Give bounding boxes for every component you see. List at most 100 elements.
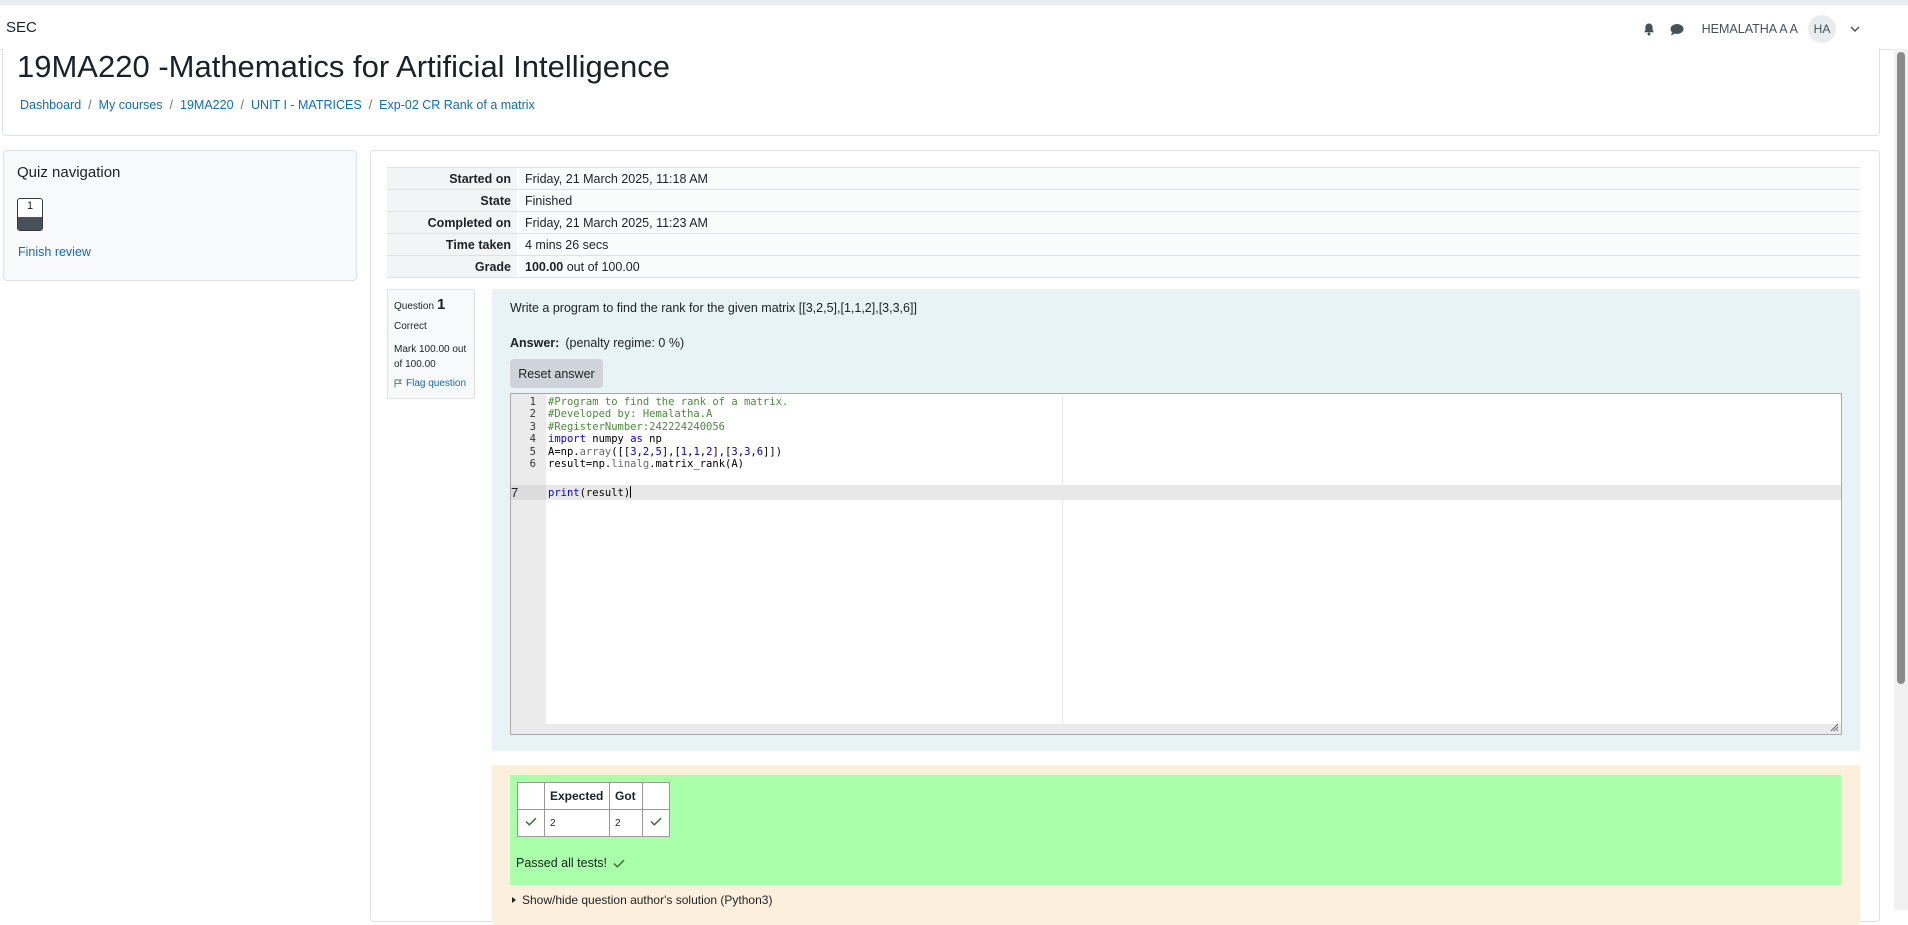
code-text: np bbox=[642, 433, 662, 445]
breadcrumb: Dashboard / My courses / 19MA220 / UNIT … bbox=[20, 98, 535, 112]
question-answered-indicator bbox=[18, 217, 42, 230]
check-icon bbox=[650, 817, 662, 826]
line-number-gutter: 1 2 3 4 5 6 bbox=[511, 394, 546, 734]
flag-question-label: Flag question bbox=[406, 378, 467, 389]
show-hide-solution-label: Show/hide question author's solution (Py… bbox=[522, 893, 773, 907]
grade-value: 100.00 bbox=[525, 259, 564, 274]
code-text: A=np. bbox=[548, 446, 580, 458]
line-number: 3 bbox=[529, 421, 536, 433]
flag-question-link[interactable]: Flag question bbox=[394, 378, 466, 389]
attempt-summary-table: Started on Friday, 21 March 2025, 11:18 … bbox=[387, 167, 1860, 278]
got-cell: 2 bbox=[609, 809, 643, 837]
quiz-navigation-title: Quiz navigation bbox=[17, 164, 121, 181]
table-header-row: Expected Got bbox=[517, 782, 670, 810]
grade-cell: 100.00 out of 100.00 bbox=[517, 255, 1860, 278]
code-text: ]]) bbox=[763, 446, 783, 458]
table-row: Time taken 4 mins 26 secs bbox=[387, 233, 1860, 256]
message-icon[interactable] bbox=[1668, 20, 1686, 38]
question-state: Correct bbox=[394, 321, 427, 332]
table-row: 2 2 bbox=[517, 809, 670, 837]
check-icon bbox=[613, 859, 625, 868]
code-text: numpy bbox=[585, 433, 631, 445]
table-row: Grade 100.00 out of 100.00 bbox=[387, 255, 1860, 278]
started-on-label: Started on bbox=[387, 167, 517, 190]
code-line: #Program to find the rank of a matrix. bbox=[548, 396, 788, 408]
line-number: 7 bbox=[511, 485, 519, 500]
editor-horizontal-scrollbar[interactable] bbox=[546, 724, 1841, 734]
breadcrumb-dashboard[interactable]: Dashboard bbox=[20, 98, 81, 112]
check-icon bbox=[525, 817, 537, 826]
grade-label: Grade bbox=[387, 255, 517, 278]
code-text: ([[ bbox=[611, 446, 631, 458]
column-header bbox=[642, 782, 670, 810]
user-name[interactable]: HEMALATHA A A bbox=[1702, 22, 1798, 36]
expand-triangle-icon bbox=[512, 897, 516, 903]
table-row: Completed on Friday, 21 March 2025, 11:2… bbox=[387, 211, 1860, 234]
code-keyword: import bbox=[548, 433, 586, 445]
active-line-gutter: 7 bbox=[511, 485, 546, 500]
test-results-feedback bbox=[510, 775, 1841, 885]
code-text: ],[ bbox=[712, 446, 732, 458]
quiz-navigation-block: Quiz navigation 1 Finish review bbox=[3, 150, 357, 281]
bell-icon[interactable] bbox=[1640, 20, 1658, 38]
chevron-down-icon[interactable] bbox=[1846, 20, 1864, 38]
show-hide-solution-toggle[interactable]: Show/hide question author's solution (Py… bbox=[512, 893, 772, 907]
completed-on-value: Friday, 21 March 2025, 11:23 AM bbox=[517, 211, 1860, 234]
question-mark: Mark 100.00 out of 100.00 bbox=[394, 344, 467, 370]
code-keyword: print bbox=[548, 487, 580, 499]
started-on-value: Friday, 21 March 2025, 11:18 AM bbox=[517, 167, 1860, 190]
line-number: 6 bbox=[529, 458, 536, 470]
question-number: Question 1 bbox=[394, 296, 445, 313]
table-row: Started on Friday, 21 March 2025, 11:18 … bbox=[387, 167, 1860, 190]
site-name[interactable]: SEC bbox=[6, 19, 37, 36]
column-header-expected: Expected bbox=[544, 782, 610, 810]
resize-grip-icon[interactable] bbox=[1830, 723, 1839, 732]
print-margin bbox=[1062, 394, 1063, 734]
breadcrumb-separator: / bbox=[240, 98, 245, 112]
time-taken-value: 4 mins 26 secs bbox=[517, 233, 1860, 256]
breadcrumb-quiz[interactable]: Exp-02 CR Rank of a matrix bbox=[379, 98, 535, 112]
scrollbar-thumb[interactable] bbox=[1897, 52, 1905, 684]
user-menu-area: HEMALATHA A A HA bbox=[1640, 15, 1864, 43]
line-number: 5 bbox=[529, 446, 536, 458]
grade-out-of: out of 100.00 bbox=[566, 259, 640, 274]
question-label: Question bbox=[394, 301, 435, 312]
state-value: Finished bbox=[517, 189, 1860, 212]
line-number: 1 bbox=[529, 396, 536, 408]
page-title: 19MA220 -Mathematics for Artificial Inte… bbox=[17, 49, 671, 84]
breadcrumb-course[interactable]: 19MA220 bbox=[180, 98, 234, 112]
code-comment: #Developed by: Hemalatha.A bbox=[548, 408, 713, 420]
code-attribute: array bbox=[579, 446, 612, 458]
code-line: print(result) bbox=[548, 486, 632, 499]
breadcrumb-separator: / bbox=[368, 98, 373, 112]
avatar[interactable]: HA bbox=[1808, 15, 1836, 43]
table-row: State Finished bbox=[387, 189, 1860, 212]
code-text: .matrix_rank(A) bbox=[649, 458, 744, 470]
breadcrumb-my-courses[interactable]: My courses bbox=[99, 98, 163, 112]
test-results-table: Expected Got 2 2 bbox=[517, 782, 670, 837]
code-line: #Developed by: Hemalatha.A bbox=[548, 408, 712, 420]
code-editor[interactable]: 1 2 3 4 5 6 7 #Program to find the rank … bbox=[510, 393, 1842, 735]
breadcrumb-unit[interactable]: UNIT I - MATRICES bbox=[251, 98, 362, 112]
result-cell bbox=[517, 809, 545, 837]
passed-text: Passed all tests! bbox=[516, 856, 608, 870]
text-cursor bbox=[630, 486, 632, 498]
answer-line: Answer: (penalty regime: 0 %) bbox=[510, 336, 684, 350]
question-text: Write a program to find the rank for the… bbox=[510, 301, 917, 315]
code-comment: #RegisterNumber:242224240056 bbox=[548, 421, 726, 433]
question-nav-number: 1 bbox=[26, 200, 34, 212]
time-taken-label: Time taken bbox=[387, 233, 517, 256]
line-number: 2 bbox=[529, 408, 536, 420]
code-text: ],[ bbox=[661, 446, 681, 458]
completed-on-label: Completed on bbox=[387, 211, 517, 234]
penalty-regime: (penalty regime: 0 %) bbox=[565, 336, 685, 350]
question-nav-button[interactable]: 1 bbox=[17, 198, 43, 231]
result-cell bbox=[642, 809, 670, 837]
code-text: (result) bbox=[579, 487, 631, 499]
breadcrumb-separator: / bbox=[88, 98, 92, 112]
column-header bbox=[517, 782, 545, 810]
code-keyword: as bbox=[630, 433, 643, 445]
reset-answer-button[interactable]: Reset answer bbox=[510, 359, 603, 388]
code-line: A=np.array([[3,2,5],[1,1,2],[3,3,6]]) bbox=[548, 446, 782, 458]
finish-review-link[interactable]: Finish review bbox=[18, 245, 91, 259]
